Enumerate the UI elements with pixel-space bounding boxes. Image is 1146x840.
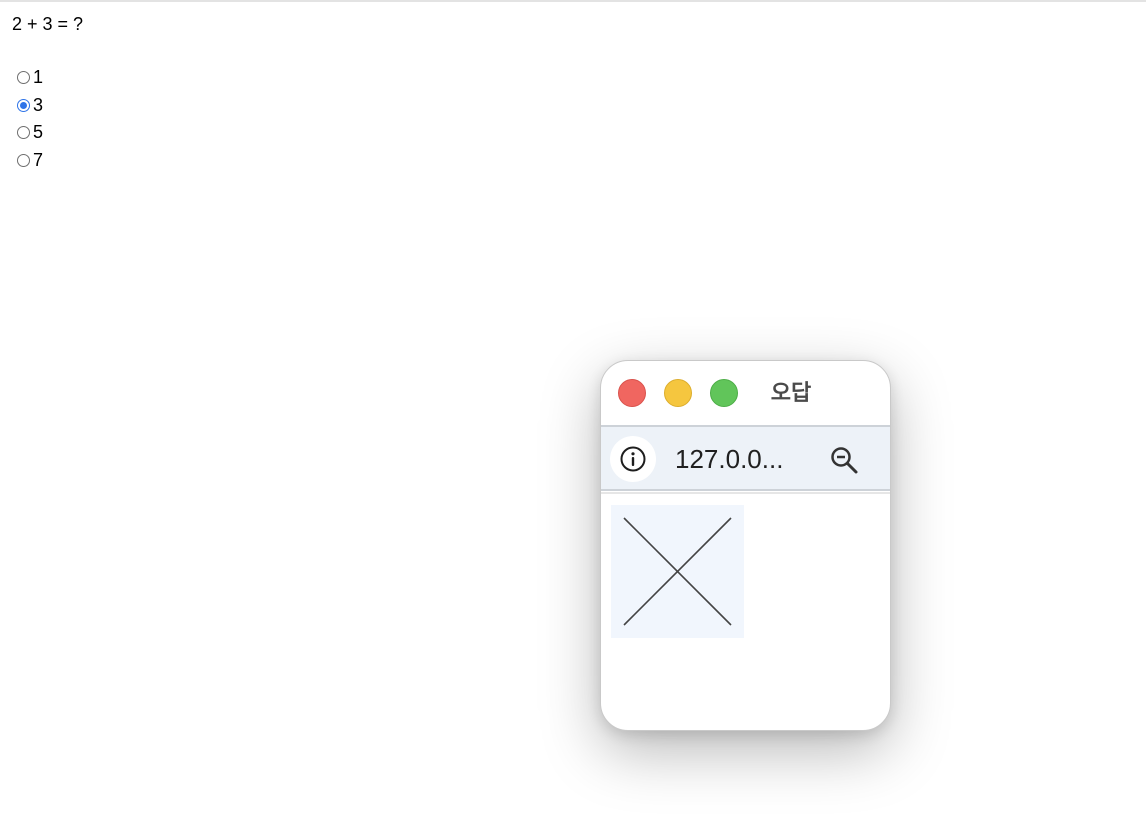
option-label: 3 xyxy=(33,94,44,115)
option-7[interactable]: 7 xyxy=(17,147,43,175)
maximize-window-button[interactable] xyxy=(710,379,738,407)
url-bar: 127.0.0... xyxy=(601,425,890,491)
popup-titlebar[interactable]: 오답 xyxy=(601,361,890,425)
answer-options: 1 3 5 7 xyxy=(17,64,43,174)
radio-button[interactable] xyxy=(17,126,30,140)
popup-window: 오답 127.0.0... xyxy=(600,360,891,731)
broken-image xyxy=(611,505,744,638)
popup-title: 오답 xyxy=(770,380,812,405)
radio-button[interactable] xyxy=(17,71,30,85)
option-1[interactable]: 1 xyxy=(17,64,43,92)
minimize-window-button[interactable] xyxy=(664,379,692,407)
question-text: 2 + 3 = ? xyxy=(12,14,84,34)
zoom-out-icon xyxy=(831,447,858,474)
option-label: 5 xyxy=(33,122,44,143)
radio-button-checked[interactable] xyxy=(17,98,30,112)
top-divider xyxy=(0,0,1146,2)
option-5[interactable]: 5 xyxy=(17,119,43,147)
option-3[interactable]: 3 xyxy=(17,92,43,120)
option-label: 7 xyxy=(33,149,44,170)
option-label: 1 xyxy=(33,67,44,88)
content-divider xyxy=(601,492,890,494)
info-icon xyxy=(620,446,646,472)
close-window-button[interactable] xyxy=(618,379,646,407)
site-info-button[interactable] xyxy=(610,436,656,482)
zoom-out-button[interactable] xyxy=(827,443,861,477)
broken-image-icon xyxy=(623,517,732,626)
url-text[interactable]: 127.0.0... xyxy=(675,443,783,475)
radio-button[interactable] xyxy=(17,153,30,167)
